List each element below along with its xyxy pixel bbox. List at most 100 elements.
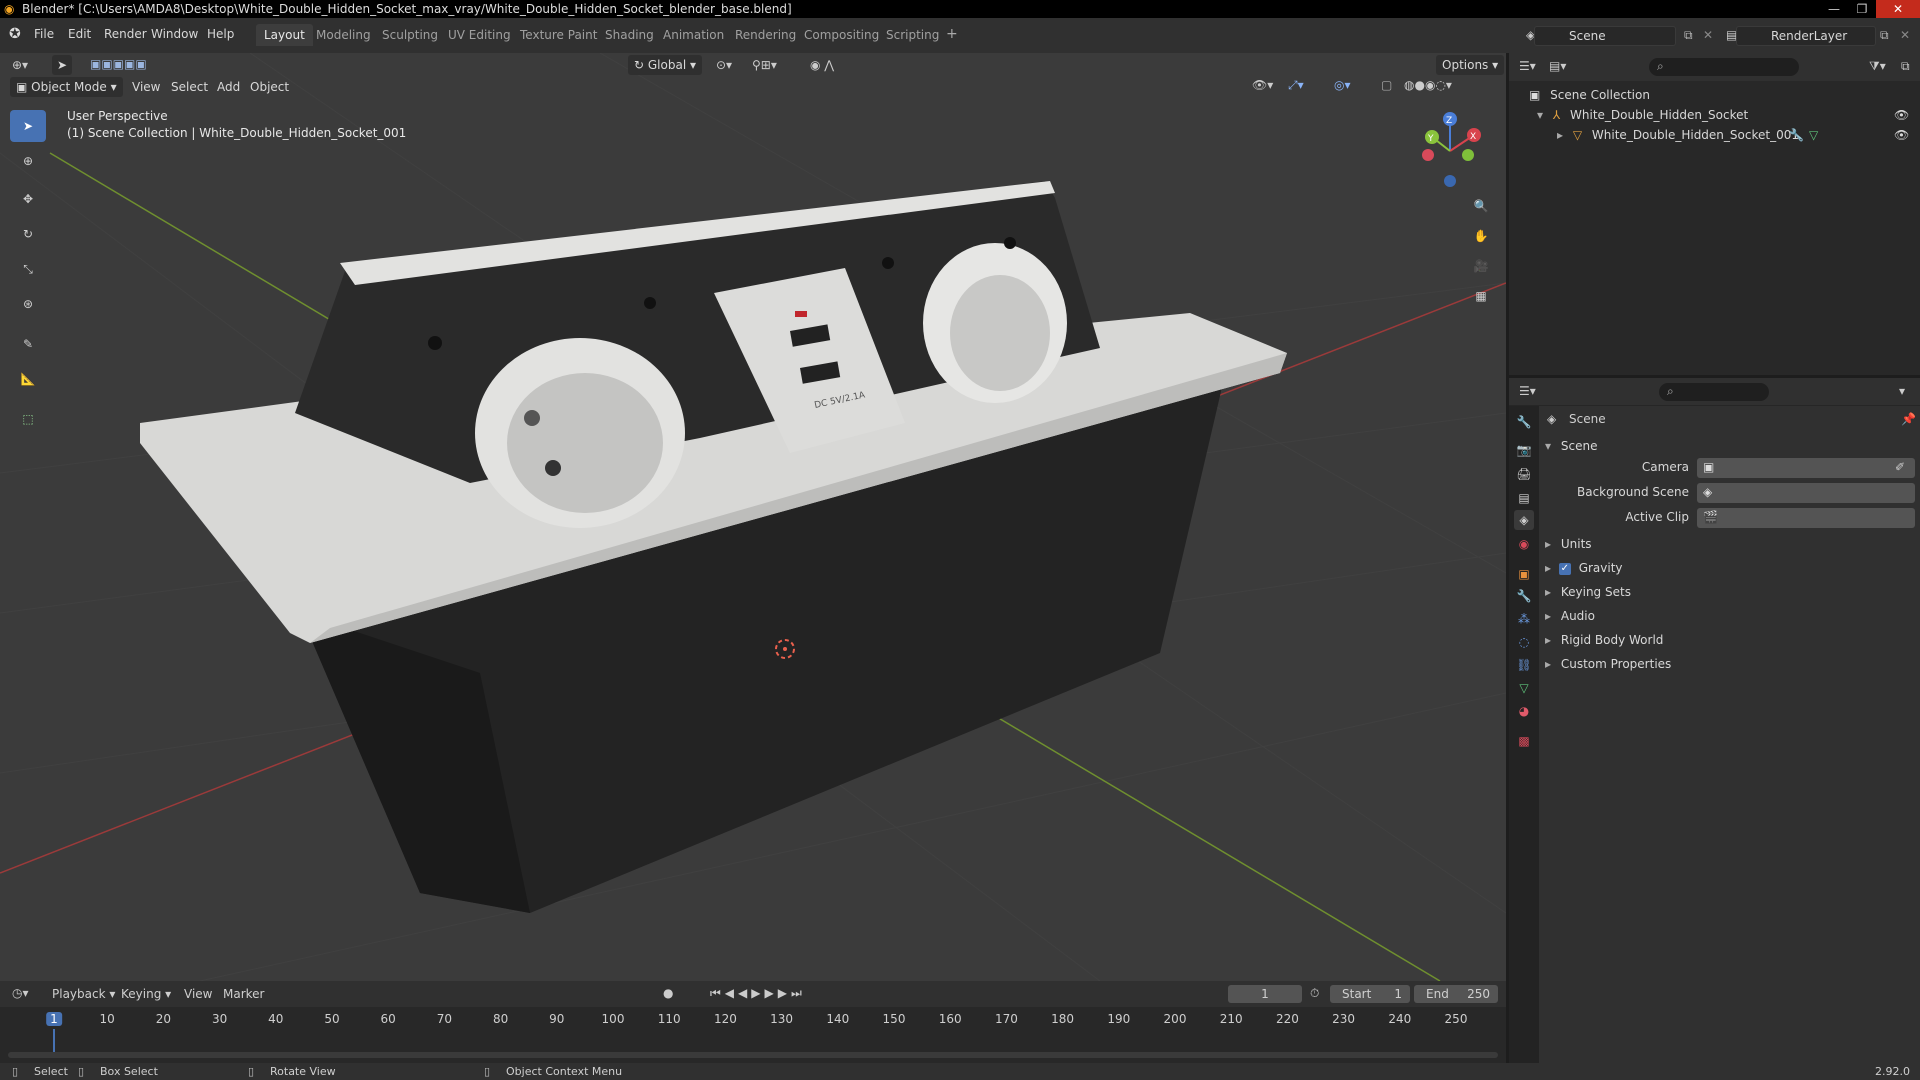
- timeline-editor-icon[interactable]: ◷▾: [12, 986, 29, 1000]
- options-dropdown[interactable]: Options ▾: [1436, 55, 1505, 75]
- end-frame-field[interactable]: End 250: [1414, 985, 1498, 1003]
- record-icon[interactable]: ●: [663, 986, 673, 1000]
- viewport-menu-object[interactable]: Object: [250, 80, 289, 94]
- active-clip-field[interactable]: 🎬: [1697, 508, 1915, 528]
- frame-ruler[interactable]: 1 10 20 30 40 50 60 70 80 90 100 110 120 130 140 150 160…: [8, 1009, 1498, 1029]
- menu-file[interactable]: File: [34, 27, 54, 41]
- outliner-search-input[interactable]: ⌕: [1649, 58, 1799, 76]
- physics-tab-icon[interactable]: ◌: [1514, 632, 1534, 652]
- move-tool[interactable]: ✥: [10, 183, 46, 215]
- viewport-menu-view[interactable]: View: [132, 80, 160, 94]
- outliner-root-row[interactable]: ▣ Scene Collection: [1509, 85, 1920, 105]
- scale-tool[interactable]: ⤡: [10, 253, 46, 285]
- menu-render[interactable]: Render: [104, 27, 147, 41]
- blender-menu-icon[interactable]: ✪: [9, 26, 21, 42]
- tab-compositing[interactable]: Compositing: [796, 24, 887, 46]
- data-tab-icon[interactable]: ▽: [1514, 678, 1534, 698]
- camera-field[interactable]: ▣ ✐: [1697, 458, 1915, 478]
- audio-panel-header[interactable]: ▸ Audio: [1545, 606, 1915, 626]
- constraints-tab-icon[interactable]: ⛓: [1514, 655, 1534, 675]
- gizmo-toggle-icon[interactable]: ⤢▾: [1288, 78, 1304, 93]
- cursor-tool[interactable]: ⊕: [10, 145, 46, 177]
- scene-tab-icon[interactable]: ◈: [1514, 510, 1534, 530]
- new-scene-icon[interactable]: ⧉: [1684, 28, 1693, 43]
- menu-edit[interactable]: Edit: [68, 27, 91, 41]
- tab-layout[interactable]: Layout: [256, 24, 313, 46]
- tab-rendering[interactable]: Rendering: [727, 24, 804, 46]
- add-workspace-button[interactable]: +: [946, 26, 958, 42]
- properties-options-icon[interactable]: ▾: [1899, 384, 1905, 398]
- stopwatch-icon[interactable]: ⏱: [1310, 986, 1319, 1001]
- properties-search-input[interactable]: ⌕: [1659, 383, 1769, 401]
- zoom-button[interactable]: 🔍: [1467, 192, 1495, 220]
- object-tab-icon[interactable]: ▣: [1514, 564, 1534, 584]
- texture-tab-icon[interactable]: ▩: [1514, 731, 1534, 751]
- ortho-toggle-button[interactable]: ▦: [1467, 282, 1495, 310]
- measure-tool[interactable]: 📐: [10, 363, 46, 395]
- annotate-tool[interactable]: ✎: [10, 328, 46, 360]
- tab-animation[interactable]: Animation: [655, 24, 732, 46]
- view-layer-selector[interactable]: RenderLayer: [1736, 26, 1876, 46]
- mesh-data-icon[interactable]: ▽: [1809, 125, 1818, 145]
- outliner-editor-icon[interactable]: ☰▾: [1519, 59, 1536, 73]
- pivot-icon[interactable]: ⊙▾: [716, 58, 732, 72]
- add-cube-tool[interactable]: ⬚: [10, 403, 46, 435]
- scene-selector[interactable]: Scene: [1534, 26, 1676, 46]
- menu-help[interactable]: Help: [207, 27, 234, 41]
- tab-modeling[interactable]: Modeling: [308, 24, 379, 46]
- current-frame-field[interactable]: 1: [1228, 985, 1302, 1003]
- particles-tab-icon[interactable]: ⁂: [1514, 609, 1534, 629]
- scene-panel-header[interactable]: ▾ Scene: [1545, 436, 1915, 456]
- properties-editor-icon[interactable]: ☰▾: [1519, 384, 1536, 398]
- camera-view-button[interactable]: 🎥: [1467, 252, 1495, 280]
- viewport-menu-add[interactable]: Add: [217, 80, 240, 94]
- background-scene-field[interactable]: ◈: [1697, 483, 1915, 503]
- timeline-menu-marker[interactable]: Marker: [223, 987, 264, 1001]
- keying-sets-panel-header[interactable]: ▸ Keying Sets: [1545, 582, 1915, 602]
- display-mode-icon[interactable]: ▤▾: [1549, 59, 1566, 73]
- rigid-body-world-panel-header[interactable]: ▸ Rigid Body World: [1545, 630, 1915, 650]
- remove-view-layer-icon[interactable]: ✕: [1900, 28, 1910, 42]
- playback-controls[interactable]: ⏮◀◀▶▶▶⏭: [710, 986, 806, 1001]
- select-mode-icon[interactable]: ➤: [52, 55, 72, 75]
- transform-orientation-dropdown[interactable]: ↻ Global ▾: [628, 55, 702, 75]
- snap-icon[interactable]: ⚲⊞▾: [752, 58, 777, 72]
- mode-dropdown[interactable]: ▣ Object Mode ▾: [10, 77, 123, 97]
- xray-icon[interactable]: ▢: [1381, 78, 1392, 92]
- close-window-button[interactable]: ✕: [1876, 0, 1920, 18]
- pan-button[interactable]: ✋: [1467, 222, 1495, 250]
- timeline-menu-playback[interactable]: Playback ▾: [52, 987, 115, 1001]
- transform-tool[interactable]: ⊛: [10, 288, 46, 320]
- viewport-menu-select[interactable]: Select: [171, 80, 208, 94]
- material-tab-icon[interactable]: ◕: [1514, 701, 1534, 721]
- new-view-layer-icon[interactable]: ⧉: [1880, 28, 1889, 43]
- tool-tab-icon[interactable]: 🔧: [1514, 412, 1534, 432]
- gravity-panel-header[interactable]: ▸ ✓ Gravity: [1545, 558, 1915, 578]
- world-tab-icon[interactable]: ◉: [1514, 534, 1534, 554]
- tab-texture-paint[interactable]: Texture Paint: [512, 24, 605, 46]
- maximize-button[interactable]: ❐: [1848, 0, 1876, 18]
- gizmo-neg-z[interactable]: [1444, 175, 1456, 187]
- gravity-checkbox[interactable]: ✓: [1558, 562, 1571, 575]
- outliner-item[interactable]: ▸ ▽ White_Double_Hidden_Socket_001 🔧 ▽ 👁: [1509, 125, 1920, 145]
- pin-icon[interactable]: 📌: [1901, 412, 1916, 426]
- timeline-menu-view[interactable]: View: [184, 987, 212, 1001]
- start-frame-field[interactable]: Start 1: [1330, 985, 1410, 1003]
- custom-properties-panel-header[interactable]: ▸ Custom Properties: [1545, 654, 1915, 674]
- filter-icon[interactable]: ⧩▾: [1869, 59, 1886, 74]
- overlay-toggle-icon[interactable]: ◎▾: [1334, 78, 1351, 92]
- tab-shading[interactable]: Shading: [597, 24, 662, 46]
- tab-scripting[interactable]: Scripting: [878, 24, 947, 46]
- editor-type-icon[interactable]: ⊕▾: [12, 58, 28, 72]
- expand-icon[interactable]: ▸: [1557, 128, 1563, 142]
- select-box-tool[interactable]: ➤: [10, 110, 46, 142]
- tab-sculpting[interactable]: Sculpting: [374, 24, 446, 46]
- outliner-item[interactable]: ▾ ⅄ White_Double_Hidden_Socket 👁: [1509, 105, 1920, 125]
- remove-scene-icon[interactable]: ✕: [1703, 28, 1713, 42]
- proportional-edit-icon[interactable]: ◉ ⋀: [810, 58, 834, 72]
- navigation-gizmo[interactable]: Z X Y: [1410, 111, 1490, 191]
- menu-window[interactable]: Window: [151, 27, 198, 41]
- selection-mode-icons[interactable]: ▣▣▣▣▣: [90, 57, 147, 71]
- timeline-menu-keying[interactable]: Keying ▾: [121, 987, 171, 1001]
- visibility-icon[interactable]: 👁▾: [1252, 78, 1273, 92]
